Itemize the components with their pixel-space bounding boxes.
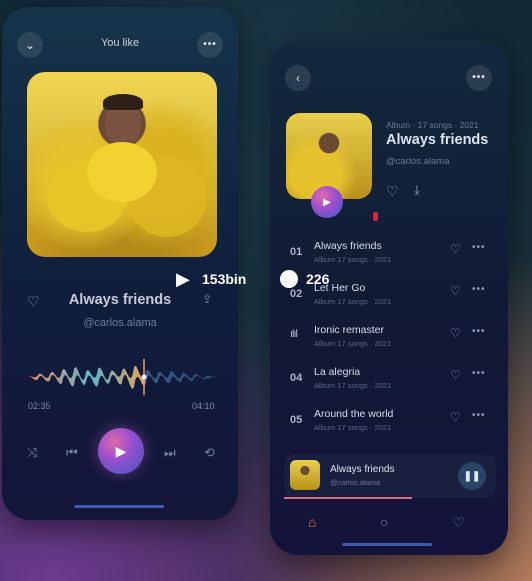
track-subtitle: Album 17 songs · 2021 (314, 339, 392, 348)
track-title: La alegria (314, 366, 361, 378)
like-icon[interactable]: ♡ (450, 368, 461, 382)
track-number: 01 (290, 246, 303, 258)
play-icon: ▶ (115, 442, 127, 459)
track-row[interactable]: 05 Around the world Album 17 songs · 202… (270, 404, 508, 446)
equalizer-icon: ılıl (290, 328, 298, 340)
like-icon[interactable]: ♡ (450, 410, 461, 424)
pause-icon: ❚❚ (463, 470, 481, 482)
artist-name: @carlos.alama (83, 317, 157, 329)
track-title: Always friends (314, 240, 382, 252)
previous-icon[interactable]: ⏮ (66, 445, 78, 461)
like-icon[interactable]: ♡ (386, 183, 399, 200)
home-indicator (342, 543, 432, 546)
back-button[interactable]: ‹ (285, 65, 311, 91)
elapsed-time: 02:35 (28, 401, 51, 411)
total-time: 04:10 (192, 401, 215, 411)
view-count: 153bin (202, 271, 247, 287)
mini-album-artwork (290, 460, 320, 490)
track-number: 04 (290, 372, 303, 384)
now-playing-screen: ⌄ You like ••• ♡ Always friends @carlos.… (2, 7, 238, 520)
mini-progress-bar (284, 497, 412, 499)
mini-artist-name: @carlos.alama (330, 478, 381, 487)
like-icon[interactable]: ♡ (450, 326, 461, 340)
download-icon[interactable]: ⤓ (414, 182, 420, 198)
more-options-button[interactable]: ••• (197, 32, 223, 58)
more-icon[interactable]: ••• (472, 242, 486, 253)
mini-song-title: Always friends (330, 464, 395, 475)
comment-count: 226 (306, 271, 330, 287)
play-icon: ▶ (323, 196, 331, 208)
like-icon[interactable]: ♡ (450, 284, 461, 298)
share-icon[interactable]: ⇪ (202, 292, 212, 306)
album-meta: Album · 17 songs · 2021 (386, 120, 479, 130)
album-artist: @carlos.alama (386, 156, 450, 167)
mini-player[interactable]: Always friends @carlos.alama ❚❚ (284, 454, 496, 498)
waveform-seekbar[interactable] (26, 357, 216, 397)
track-subtitle: Album 17 songs · 2021 (314, 255, 392, 264)
more-icon[interactable]: ••• (472, 326, 486, 337)
home-indicator (74, 505, 164, 508)
more-icon: ••• (472, 72, 486, 83)
next-icon[interactable]: ⏭ (164, 445, 176, 461)
chevron-left-icon: ‹ (296, 71, 300, 85)
more-icon[interactable]: ••• (472, 368, 486, 379)
home-icon[interactable]: ⌂ (308, 514, 316, 530)
comment-icon (280, 270, 298, 288)
track-number: 02 (290, 288, 303, 300)
track-title: Ironic remaster (314, 324, 385, 336)
more-icon[interactable]: ••• (472, 410, 486, 421)
search-icon[interactable]: ○ (380, 514, 388, 530)
album-artwork (27, 72, 217, 257)
track-row[interactable]: 04 La alegria Album 17 songs · 2021 ♡ ••… (270, 362, 508, 404)
track-row[interactable]: ılıl Ironic remaster Album 17 songs · 20… (270, 320, 508, 362)
track-title: Around the world (314, 408, 394, 420)
album-title: Always friends (386, 132, 489, 148)
album-screen: ‹ ••• ▶ Album · 17 songs · 2021 Always f… (270, 40, 508, 555)
bottom-tab-bar: ⌂ ○ ♡ (270, 502, 508, 555)
track-subtitle: Album 17 songs · 2021 (314, 297, 392, 306)
track-number: 05 (290, 414, 303, 426)
play-icon: ▶ (176, 269, 190, 289)
more-options-button[interactable]: ••• (466, 65, 492, 91)
track-subtitle: Album 17 songs · 2021 (314, 381, 392, 390)
repeat-icon[interactable]: ⟲ (204, 445, 215, 461)
shuffle-icon[interactable]: ⤨ (27, 445, 37, 461)
like-icon[interactable]: ♡ (450, 242, 461, 256)
album-play-button[interactable]: ▶ (311, 186, 343, 218)
more-icon: ••• (203, 39, 217, 50)
heart-icon[interactable]: ♡ (452, 514, 465, 531)
more-icon[interactable]: ••• (472, 284, 486, 295)
live-indicator (373, 212, 378, 221)
play-button[interactable]: ▶ (98, 428, 144, 474)
pause-button[interactable]: ❚❚ (458, 462, 486, 490)
track-subtitle: Album 17 songs · 2021 (314, 423, 392, 432)
